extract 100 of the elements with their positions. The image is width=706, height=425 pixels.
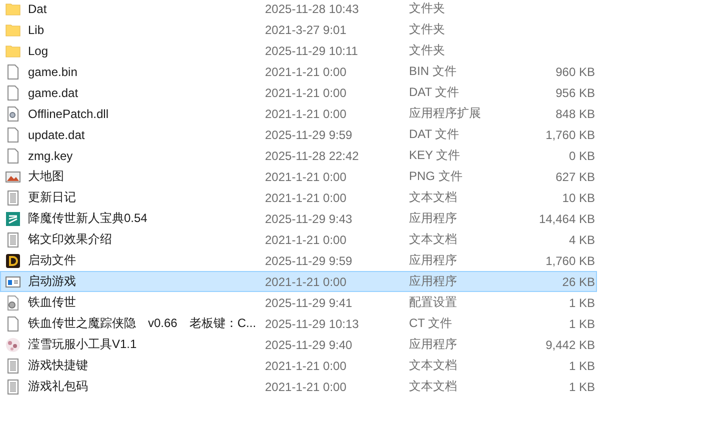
file-size: 956 KB [556,86,595,100]
file-row[interactable]: 滢雪玩服小工具V1.1 2025-11-29 9:40 应用程序 9,442 KB [0,334,597,355]
file-type: DAT 文件 [409,126,460,143]
date-modified: 2025-11-29 10:11 [265,44,359,58]
file-size: 9,442 KB [546,338,595,352]
file-row[interactable]: 铭文印效果介绍 2021-1-21 0:00 文本文档 4 KB [0,229,597,250]
file-size: 10 KB [562,190,595,204]
date-modified: 2021-1-21 0:00 [265,232,348,246]
file-type: 应用程序 [409,273,458,290]
date-modified: 2025-11-28 10:43 [265,2,360,16]
file-icon [5,84,21,100]
file-row[interactable]: 游戏礼包码 2021-1-21 0:00 文本文档 1 KB [0,376,597,397]
file-row[interactable]: 铁血传世 2025-11-29 9:41 配置设置 1 KB [0,292,597,313]
file-type: 应用程序 [409,252,458,269]
file-row[interactable]: Lib 2021-3-27 9:01 文件夹 [0,19,597,40]
file-size: 0 KB [568,148,595,162]
file-type: CT 文件 [409,315,454,332]
text-file-icon [5,190,21,206]
date-modified: 2025-11-29 9:40 [265,338,354,352]
file-name: game.bin [27,64,78,78]
file-type: 配置设置 [409,294,458,311]
file-icon [5,316,21,332]
date-modified: 2025-11-29 9:43 [265,212,354,226]
date-modified: 2025-11-29 9:59 [265,128,354,142]
file-row[interactable]: 游戏快捷键 2021-1-21 0:00 文本文档 1 KB [0,355,597,376]
file-row[interactable]: OfflinePatch.dll 2021-1-21 0:00 应用程序扩展 848 KB [0,103,597,124]
date-modified: 2021-1-21 0:00 [265,380,348,394]
file-name: 游戏快捷键 [27,357,89,374]
file-size: 1,760 KB [546,254,595,268]
file-type: 文本文档 [409,357,458,374]
app-icon [5,252,21,268]
app-icon [5,210,21,226]
file-name: 降魔传世新人宝典0.54 [27,210,148,227]
file-size: 627 KB [556,170,595,184]
file-row[interactable]: 铁血传世之魔踪侠隐 v0.66 老板键：C... 2025-11-29 10:13 CT 文件 1 KB [0,313,597,334]
file-type: 文件夹 [409,42,446,59]
file-name: 更新日记 [27,189,77,206]
file-type: KEY 文件 [409,147,462,164]
file-size: 14,464 KB [538,212,595,226]
file-type: 文本文档 [409,189,458,206]
file-name: 启动文件 [27,252,77,269]
file-type: DAT 文件 [409,84,460,101]
file-size: 1 KB [568,358,595,372]
file-type: BIN 文件 [409,63,458,80]
date-modified: 2025-11-28 22:42 [265,148,360,162]
file-row[interactable]: 启动文件 2025-11-29 9:59 应用程序 1,760 KB [0,250,597,271]
date-modified: 2025-11-29 9:59 [265,254,354,268]
file-size: 1 KB [568,296,595,310]
file-type: 文件夹 [409,21,446,38]
flower-icon [5,336,21,352]
date-modified: 2025-11-29 10:13 [265,316,360,330]
file-name: 大地图 [27,168,65,185]
file-name: game.dat [27,86,80,100]
file-name: Lib [27,22,46,36]
file-name: 启动游戏 [27,273,77,290]
file-name: Dat [27,2,48,16]
date-modified: 2021-1-21 0:00 [265,64,348,78]
file-name: Log [27,44,50,58]
file-row[interactable]: zmg.key 2025-11-28 22:42 KEY 文件 0 KB [0,145,597,166]
file-icon [5,64,21,80]
file-icon [5,148,21,164]
file-size: 1 KB [568,380,595,394]
file-type: 文本文档 [409,231,458,248]
file-name: OfflinePatch.dll [27,106,110,120]
file-name: 铭文印效果介绍 [27,231,113,248]
window-icon [5,274,21,290]
file-name: 铁血传世之魔踪侠隐 v0.66 老板键：C... [27,315,258,332]
file-size: 26 KB [562,274,595,288]
file-row[interactable]: 降魔传世新人宝典0.54 2025-11-29 9:43 应用程序 14,464 KB [0,208,597,229]
date-modified: 2021-3-27 9:01 [265,22,348,36]
file-size: 960 KB [556,64,595,78]
file-row[interactable]: update.dat 2025-11-29 9:59 DAT 文件 1,760 KB [0,124,597,145]
date-modified: 2021-1-21 0:00 [265,86,348,100]
file-row[interactable]: game.bin 2021-1-21 0:00 BIN 文件 960 KB [0,61,597,82]
file-size: 848 KB [556,106,595,120]
file-name: 铁血传世 [27,294,77,311]
file-row[interactable]: Dat 2025-11-28 10:43 文件夹 [0,0,597,19]
folder-icon [5,42,21,58]
date-modified: 2021-1-21 0:00 [265,170,348,184]
text-file-icon [5,358,21,374]
file-type: PNG 文件 [409,168,464,185]
date-modified: 2021-1-21 0:00 [265,358,348,372]
file-row[interactable]: 启动游戏 2021-1-21 0:00 应用程序 26 KB [0,271,597,292]
file-icon [5,126,21,142]
file-row[interactable]: 更新日记 2021-1-21 0:00 文本文档 10 KB [0,187,597,208]
file-type: 应用程序 [409,210,458,227]
text-file-icon [5,232,21,248]
file-size: 1 KB [568,316,595,330]
file-type: 应用程序 [409,336,458,353]
folder-icon [5,22,21,38]
date-modified: 2021-1-21 0:00 [265,274,348,288]
file-name: update.dat [27,128,86,142]
file-row[interactable]: Log 2025-11-29 10:11 文件夹 [0,40,597,61]
date-modified: 2021-1-21 0:00 [265,106,348,120]
date-modified: 2025-11-29 9:41 [265,296,354,310]
file-row[interactable]: game.dat 2021-1-21 0:00 DAT 文件 956 KB [0,82,597,103]
text-file-icon [5,378,21,394]
file-name: 滢雪玩服小工具V1.1 [27,336,138,353]
file-row[interactable]: 大地图 2021-1-21 0:00 PNG 文件 627 KB [0,166,597,187]
file-size: 1,760 KB [546,128,595,142]
